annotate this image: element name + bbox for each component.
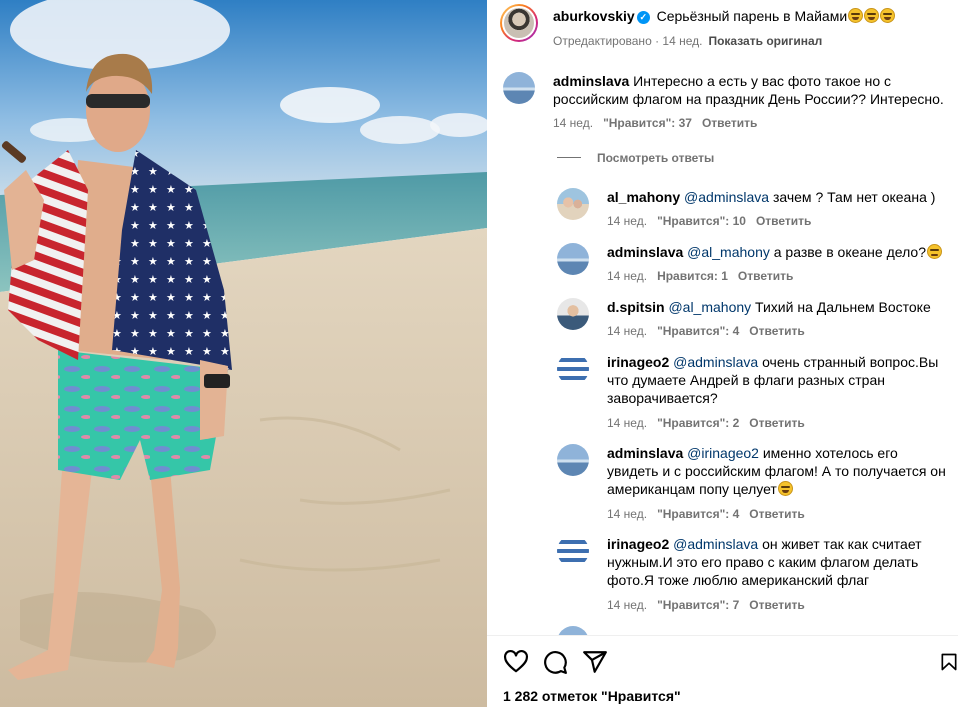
comment-icon[interactable] xyxy=(542,649,568,675)
grinning-face-emoji xyxy=(864,8,880,23)
grinning-face-emoji xyxy=(880,8,896,23)
mention-link[interactable]: @adminslava xyxy=(684,189,769,205)
comment-time: 14 нед. xyxy=(607,269,648,283)
reply-button[interactable]: Ответить xyxy=(749,598,804,612)
commenter-username[interactable]: al_mahony xyxy=(607,189,680,205)
mention-link[interactable]: @adminslava xyxy=(673,536,758,552)
comment-time: 14 нед. xyxy=(607,324,648,338)
comment-time: 14 нед. xyxy=(607,598,648,612)
reply-button[interactable]: Ответить xyxy=(756,214,811,228)
commenter-username[interactable]: adminslava xyxy=(553,73,629,89)
comment-meta: 14 нед. "Нравится": 2 Ответить xyxy=(607,416,805,430)
post-photo[interactable]: ★ xyxy=(0,0,487,707)
divider-line xyxy=(557,157,581,158)
comment-body: adminslava @irinageo2 именно хотелось ег… xyxy=(607,444,947,498)
comment-time: 14 нед. xyxy=(607,214,648,228)
comment-likes[interactable]: "Нравится": 4 xyxy=(657,324,739,338)
show-original-link[interactable]: Показать оригинал xyxy=(708,34,822,48)
comment-text: зачем ? Там нет океана ) xyxy=(772,189,936,205)
comment-likes[interactable]: "Нравится": 10 xyxy=(657,214,746,228)
comment-body: adminslava @al_mahony а разве в океане д… xyxy=(607,243,947,261)
comment-meta: 14 нед. "Нравится": 7 Ответить xyxy=(607,598,805,612)
comment-body: irinageo2 @adminslava он живет так как с… xyxy=(607,535,947,589)
comment-meta: 14 нед. "Нравится": 10 Ответить xyxy=(607,214,811,228)
likes-count[interactable]: 1 282 отметок "Нравится" xyxy=(503,688,681,704)
heart-icon[interactable] xyxy=(503,649,529,675)
comment-likes[interactable]: Нравится: 1 xyxy=(657,269,728,283)
commenter-avatar[interactable] xyxy=(557,535,589,567)
verified-badge-icon: ✓ xyxy=(636,11,650,24)
post-side-panel: aburkovskiy ✓ Серьёзный парень в Майами О… xyxy=(487,0,958,707)
comment-body: adminslava Интересно а есть у вас фото т… xyxy=(553,72,948,108)
commenter-username[interactable]: d.spitsin xyxy=(607,299,665,315)
comment-meta: 14 нед. "Нравится": 4 Ответить xyxy=(607,324,805,338)
commenter-avatar[interactable] xyxy=(557,243,589,275)
commenter-username[interactable]: adminslava xyxy=(607,445,683,461)
edited-label: Отредактировано · 14 нед. xyxy=(553,34,703,48)
comment-meta: 14 нед. "Нравится": 4 Ответить xyxy=(607,507,805,521)
comment-text: а разве в океане дело? xyxy=(773,244,926,260)
comment-likes[interactable]: "Нравится": 4 xyxy=(657,507,739,521)
comment-likes[interactable]: "Нравится": 2 xyxy=(657,416,739,430)
commenter-avatar[interactable] xyxy=(503,72,535,104)
beach-photo-image: ★ xyxy=(0,0,487,707)
commenter-avatar[interactable] xyxy=(557,353,589,385)
commenter-avatar[interactable] xyxy=(557,626,589,635)
comment-likes[interactable]: "Нравится": 37 xyxy=(603,116,692,130)
post-header: aburkovskiy ✓ Серьёзный парень в Майами О… xyxy=(487,0,958,60)
reply-button[interactable]: Ответить xyxy=(749,416,804,430)
mention-link[interactable]: @al_mahony xyxy=(668,299,751,315)
comment-text: Тихий на Дальнем Востоке xyxy=(755,299,931,315)
reply-button[interactable]: Ответить xyxy=(702,116,757,130)
comments-list[interactable]: adminslava Интересно а есть у вас фото т… xyxy=(487,60,958,635)
comment-likes[interactable]: "Нравится": 7 xyxy=(657,598,739,612)
commenter-avatar[interactable] xyxy=(557,298,589,330)
comment-meta: 14 нед. Нравится: 1 Ответить xyxy=(607,269,793,283)
comment-body: irinageo2 @adminslava очень странный воп… xyxy=(607,353,947,407)
caption-line: aburkovskiy ✓ Серьёзный парень в Майами xyxy=(553,8,896,24)
share-icon[interactable] xyxy=(582,649,608,675)
commenter-username[interactable]: irinageo2 xyxy=(607,354,669,370)
author-username[interactable]: aburkovskiy xyxy=(553,8,635,24)
mention-link[interactable]: @irinageo2 xyxy=(687,445,759,461)
view-replies-button[interactable]: Посмотреть ответы xyxy=(557,151,714,165)
mention-link[interactable]: @al_mahony xyxy=(687,244,770,260)
grinning-face-emoji xyxy=(848,8,864,23)
commenter-avatar[interactable] xyxy=(557,188,589,220)
comment-body: al_mahony @adminslava зачем ? Там нет ок… xyxy=(607,188,947,206)
post-actions-bar: 1 282 отметок "Нравится" xyxy=(487,635,958,707)
grinning-face-emoji xyxy=(777,481,793,496)
mention-link[interactable]: @adminslava xyxy=(673,354,758,370)
comment-time: 14 нед. xyxy=(607,416,648,430)
commenter-username[interactable]: adminslava xyxy=(607,244,683,260)
comment-body: d.spitsin @al_mahony Тихий на Дальнем Во… xyxy=(607,298,947,316)
reply-button[interactable]: Ответить xyxy=(749,324,804,338)
caption-text: Серьёзный парень в Майами xyxy=(656,8,848,24)
reply-button[interactable]: Ответить xyxy=(749,507,804,521)
commenter-username[interactable]: irinageo2 xyxy=(607,536,669,552)
comment-meta: 14 нед. "Нравится": 37 Ответить xyxy=(553,116,757,130)
grimacing-face-emoji xyxy=(926,244,942,259)
commenter-avatar[interactable] xyxy=(557,444,589,476)
author-avatar[interactable] xyxy=(500,4,538,42)
comment-time: 14 нед. xyxy=(553,116,594,130)
comment-time: 14 нед. xyxy=(607,507,648,521)
view-replies-label: Посмотреть ответы xyxy=(597,151,715,165)
reply-button[interactable]: Ответить xyxy=(738,269,793,283)
bookmark-icon[interactable] xyxy=(939,649,958,675)
caption-meta: Отредактировано · 14 нед. Показать оригин… xyxy=(553,34,822,48)
